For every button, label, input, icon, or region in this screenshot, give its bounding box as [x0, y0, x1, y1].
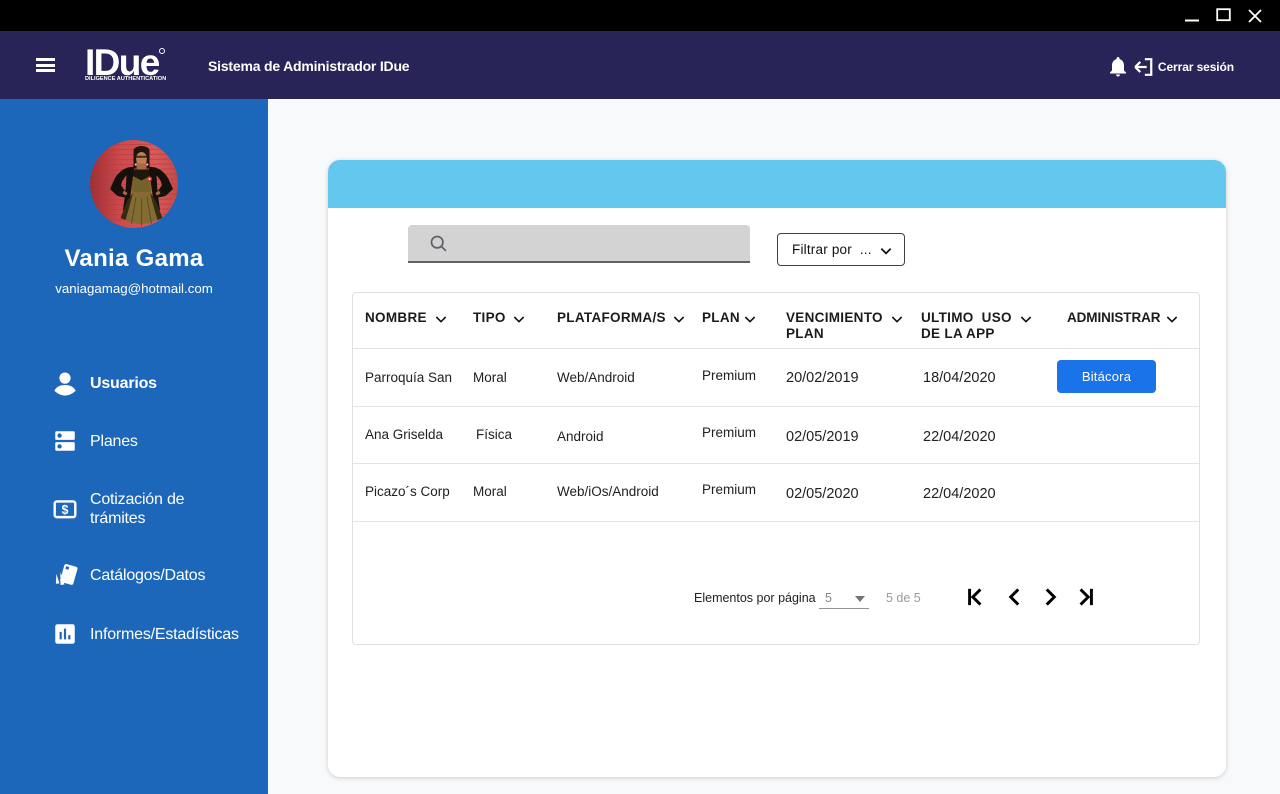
svg-text:$: $ — [62, 503, 69, 517]
